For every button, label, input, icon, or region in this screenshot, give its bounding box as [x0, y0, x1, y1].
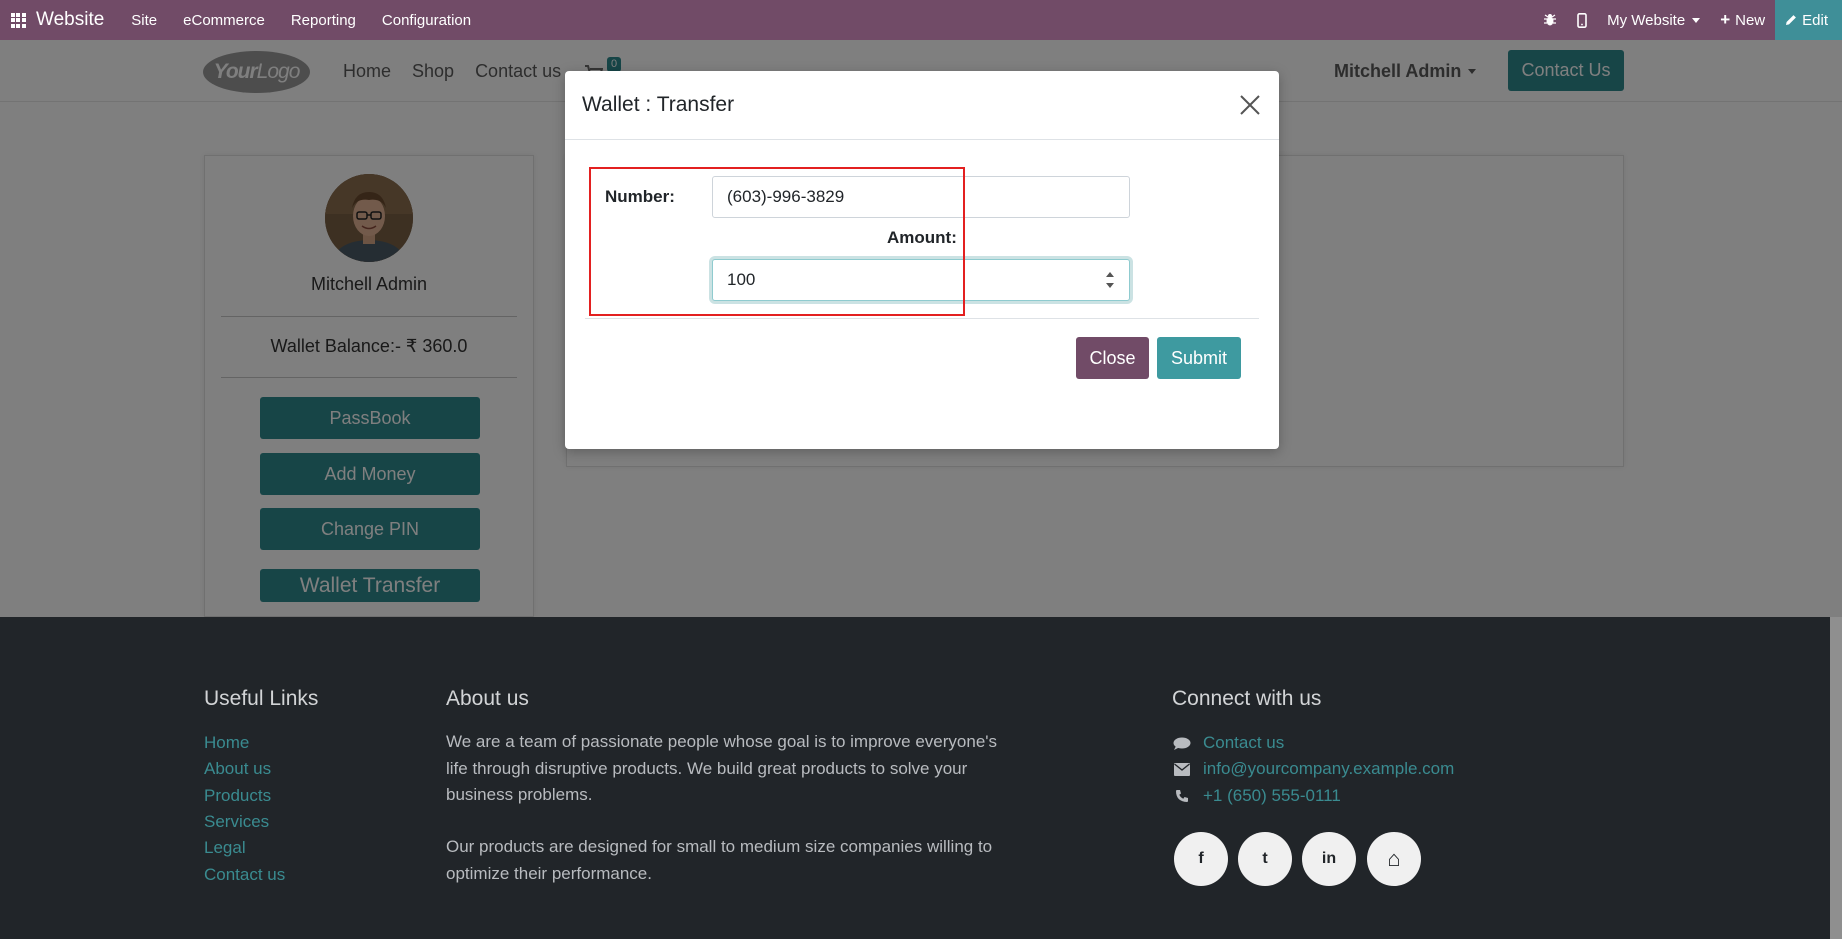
page-scrollbar[interactable] [1830, 617, 1842, 939]
plus-icon: + [1720, 10, 1731, 29]
twitter-icon[interactable]: t [1238, 832, 1292, 886]
edit-button[interactable]: Edit [1775, 0, 1842, 40]
footer: Useful Links Home About us Products Serv… [0, 617, 1830, 939]
footer-link-services[interactable]: Services [204, 812, 269, 832]
annotation-highlight-box [589, 167, 965, 316]
connect-title: Connect with us [1172, 687, 1322, 710]
app-brand[interactable]: Website [36, 9, 104, 31]
wallet-transfer-dialog: Wallet : Transfer Number: (603)-996-3829… [565, 71, 1279, 449]
modal-divider [585, 318, 1259, 319]
chevron-down-icon [1692, 17, 1701, 23]
website-selector[interactable]: My Website [1597, 0, 1710, 40]
apps-menu-icon[interactable] [0, 0, 36, 40]
footer-link-products[interactable]: Products [204, 786, 271, 806]
admin-topbar: Website Site eCommerce Reporting Configu… [0, 0, 1842, 40]
modal-header: Wallet : Transfer [565, 71, 1279, 140]
useful-links-title: Useful Links [204, 687, 319, 710]
close-button[interactable]: Close [1076, 337, 1149, 379]
submit-button[interactable]: Submit [1157, 337, 1241, 379]
about-paragraph-1: We are a team of passionate people whose… [446, 732, 998, 804]
about-title: About us [446, 687, 529, 710]
phone-icon [1175, 789, 1189, 808]
about-paragraph-2: Our products are designed for small to m… [446, 837, 993, 883]
footer-link-home[interactable]: Home [204, 733, 249, 753]
debug-bug-icon[interactable] [1533, 0, 1567, 40]
new-button[interactable]: + New [1710, 0, 1775, 40]
envelope-icon [1174, 763, 1190, 781]
menu-ecommerce[interactable]: eCommerce [170, 12, 278, 29]
modal-title: Wallet : Transfer [582, 93, 735, 116]
connect-contact-us[interactable]: Contact us [1203, 733, 1284, 753]
menu-site[interactable]: Site [118, 12, 170, 29]
connect-phone[interactable]: +1 (650) 555-0111 [1203, 786, 1341, 806]
connect-email[interactable]: info@yourcompany.example.com [1203, 759, 1454, 779]
linkedin-icon[interactable]: in [1302, 832, 1356, 886]
footer-link-legal[interactable]: Legal [204, 838, 246, 858]
footer-link-about-us[interactable]: About us [204, 759, 271, 779]
comment-icon [1173, 737, 1191, 756]
close-icon[interactable] [1239, 94, 1261, 116]
footer-link-contact-us[interactable]: Contact us [204, 865, 285, 885]
home-icon[interactable]: ⌂ [1367, 832, 1421, 886]
mobile-preview-icon[interactable] [1567, 0, 1597, 40]
pencil-icon [1786, 15, 1797, 25]
facebook-icon[interactable]: f [1174, 832, 1228, 886]
menu-reporting[interactable]: Reporting [278, 12, 369, 29]
menu-configuration[interactable]: Configuration [369, 12, 484, 29]
amount-stepper[interactable] [1105, 269, 1115, 291]
